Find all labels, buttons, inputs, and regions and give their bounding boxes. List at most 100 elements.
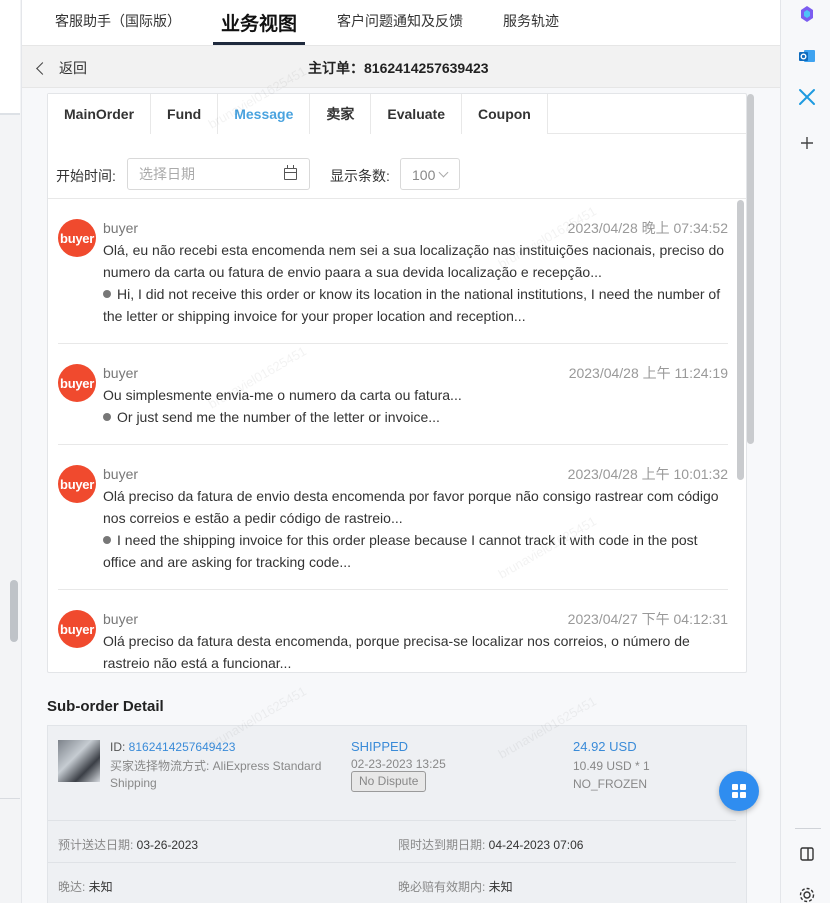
message-translation: Or just send me the number of the letter… xyxy=(103,406,728,428)
message-scrollbar[interactable] xyxy=(737,200,744,480)
start-time-label: 开始时间: xyxy=(56,168,116,184)
message-translation-text: Or just send me the number of the letter… xyxy=(117,409,440,425)
bullet-icon xyxy=(103,413,111,421)
tools-icon[interactable] xyxy=(798,88,816,106)
compensation-field: 晚必赔有效期内: 未知 xyxy=(398,878,513,895)
message-sender: buyer xyxy=(103,466,139,482)
message-item: buyer buyer 2023/04/28 上午 10:01:32 Olá p… xyxy=(58,445,728,590)
late-label: 晚达: xyxy=(58,880,89,894)
message-sender: buyer xyxy=(103,365,139,381)
dispute-badge: No Dispute xyxy=(351,771,427,792)
message-text: Olá preciso da fatura desta encomenda, p… xyxy=(103,633,690,671)
suborder-id-link[interactable]: 8162414257649423 xyxy=(129,740,236,754)
shipping-status: SHIPPED xyxy=(351,739,409,754)
settings-icon[interactable] xyxy=(798,886,816,903)
chevron-down-icon xyxy=(438,167,449,178)
message-text: Olá preciso da fatura de envio desta enc… xyxy=(103,488,719,526)
filter-row: 开始时间: 显示条数: 100 xyxy=(48,158,746,190)
deadline-label: 限时达到期日期: xyxy=(398,838,489,852)
late-value: 未知 xyxy=(88,880,113,894)
message-translation: I need the shipping invoice for this ord… xyxy=(103,529,728,573)
suborder-id: ID: 8162414257649423 xyxy=(110,740,235,754)
calendar-icon[interactable] xyxy=(284,165,297,180)
message-item: buyer buyer 2023/04/28 上午 11:24:19 Ou si… xyxy=(58,344,728,445)
buyer-avatar: buyer xyxy=(58,364,96,402)
main-order-title: 主订单：8162414257639423 xyxy=(308,60,489,76)
message-item: buyer buyer 2023/04/27 下午 04:12:31 Olá p… xyxy=(58,590,728,672)
sidebar-toggle-icon[interactable] xyxy=(798,845,816,863)
message-sender: buyer xyxy=(103,220,139,236)
right-rail xyxy=(780,0,830,903)
left-top-panel xyxy=(0,0,20,115)
sub-tabs: MainOrder Fund Message 卖家 Evaluate Coupo… xyxy=(48,94,746,134)
chevron-left-icon xyxy=(36,62,49,75)
status-date: 02-23-2023 13:25 xyxy=(351,757,446,771)
buyer-avatar: buyer xyxy=(58,219,96,257)
main-panel: 客服助手（国际版） 业务视图 客户问题通知及反馈 服务轨迹 返回 主订单：816… xyxy=(22,0,780,903)
eta-label: 预计送达日期: xyxy=(58,838,137,852)
suborder-card: ID: 8162414257649423 买家选择物流方式: AliExpres… xyxy=(47,725,747,903)
copilot-icon[interactable] xyxy=(798,5,816,23)
message-translation: Hi, I did not receive this order or know… xyxy=(103,283,728,327)
count-select[interactable]: 100 xyxy=(400,158,460,190)
divider xyxy=(48,820,736,821)
late-field: 晚达: 未知 xyxy=(58,878,113,895)
bullet-icon xyxy=(103,290,111,298)
tab-card: MainOrder Fund Message 卖家 Evaluate Coupo… xyxy=(47,93,747,673)
message-time: 2023/04/27 下午 04:12:31 xyxy=(567,611,728,627)
count-label: 显示条数: xyxy=(330,168,390,184)
shipping-method: 买家选择物流方式: AliExpress Standard Shipping xyxy=(110,759,322,790)
buyer-avatar: buyer xyxy=(58,610,96,648)
content-area: MainOrder Fund Message 卖家 Evaluate Coupo… xyxy=(22,88,780,903)
back-label: 返回 xyxy=(59,60,87,76)
grid-menu-button[interactable] xyxy=(719,771,759,811)
order-amount: 24.92 USD xyxy=(573,739,637,754)
top-tab-assistant[interactable]: 客服助手（国际版） xyxy=(55,11,181,45)
top-tab-notifications[interactable]: 客户问题通知及反馈 xyxy=(337,11,463,45)
order-bar: 返回 主订单：8162414257639423 xyxy=(22,45,780,88)
tab-seller[interactable]: 卖家 xyxy=(310,94,372,134)
compensation-label: 晚必赔有效期内: xyxy=(398,880,489,894)
back-button[interactable]: 返回 xyxy=(36,58,87,78)
count-value: 100 xyxy=(412,167,436,183)
product-thumbnail[interactable] xyxy=(58,740,100,782)
tab-evaluate[interactable]: Evaluate xyxy=(371,94,462,134)
message-translation-text: Hi, I did not receive this order or know… xyxy=(103,286,721,324)
panel-scrollbar[interactable] xyxy=(747,94,754,444)
tab-coupon[interactable]: Coupon xyxy=(461,94,548,134)
eta-value: 03-26-2023 xyxy=(136,838,199,852)
tab-main-order[interactable]: MainOrder xyxy=(48,94,152,134)
date-input[interactable] xyxy=(139,166,279,182)
rail-divider xyxy=(795,828,821,829)
deadline-value: 04-24-2023 07:06 xyxy=(488,838,584,852)
deadline-field: 限时达到期日期: 04-24-2023 07:06 xyxy=(398,836,583,853)
message-text: Olá, eu não recebi esta encomenda nem se… xyxy=(103,242,725,280)
date-picker[interactable] xyxy=(127,158,310,190)
message-text: Ou simplesmente envia-me o numero da car… xyxy=(103,387,462,403)
message-time: 2023/04/28 上午 10:01:32 xyxy=(567,466,728,482)
suborder-title: Sub-order Detail xyxy=(47,698,164,715)
unit-price: 10.49 USD * 1 xyxy=(573,759,650,773)
message-item: buyer buyer 2023/04/28 晚上 07:34:52 Olá, … xyxy=(58,199,728,344)
top-tabs: 客服助手（国际版） 业务视图 客户问题通知及反馈 服务轨迹 xyxy=(22,0,780,45)
message-time: 2023/04/28 晚上 07:34:52 xyxy=(567,220,728,236)
top-tab-business-view[interactable]: 业务视图 xyxy=(212,9,306,45)
compensation-value: 未知 xyxy=(488,880,513,894)
message-list[interactable]: buyer buyer 2023/04/28 晚上 07:34:52 Olá, … xyxy=(48,198,746,672)
top-tab-service-track[interactable]: 服务轨迹 xyxy=(503,11,559,45)
tab-fund[interactable]: Fund xyxy=(151,94,219,134)
eta-field: 预计送达日期: 03-26-2023 xyxy=(58,836,198,853)
left-divider xyxy=(0,798,20,799)
buyer-avatar: buyer xyxy=(58,465,96,503)
suborder-id-label: ID: xyxy=(110,740,129,754)
tab-message[interactable]: Message xyxy=(218,94,311,134)
message-sender: buyer xyxy=(103,611,139,627)
message-translation-text: I need the shipping invoice for this ord… xyxy=(103,532,698,570)
message-time: 2023/04/28 上午 11:24:19 xyxy=(568,365,728,381)
left-scrollbar[interactable] xyxy=(10,580,18,642)
bullet-icon xyxy=(103,536,111,544)
plus-icon[interactable] xyxy=(798,134,816,152)
divider xyxy=(48,862,736,863)
outlook-icon[interactable] xyxy=(798,47,816,65)
left-gutter xyxy=(0,0,22,903)
